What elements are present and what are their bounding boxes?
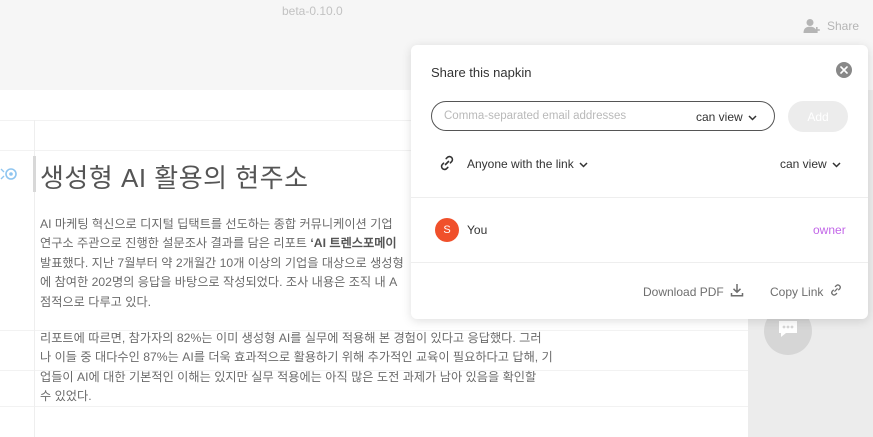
avatar: S bbox=[435, 218, 459, 242]
chevron-down-icon bbox=[832, 157, 841, 171]
download-pdf-label: Download PDF bbox=[643, 284, 724, 299]
email-input[interactable] bbox=[444, 102, 674, 130]
report-title: ‘AI 트렌스포메이 bbox=[310, 236, 397, 251]
share-button[interactable]: Share bbox=[803, 18, 859, 34]
title-indicator bbox=[33, 156, 36, 192]
link-icon bbox=[829, 283, 843, 300]
chevron-down-icon bbox=[579, 157, 588, 171]
chat-bubble-icon bbox=[777, 319, 799, 344]
share-label: Share bbox=[827, 19, 860, 33]
version-label: beta-0.10.0 bbox=[282, 4, 343, 18]
member-name: You bbox=[467, 223, 488, 237]
paragraph-line: 수 있었다. bbox=[40, 389, 92, 404]
invite-permission-dropdown[interactable]: can view bbox=[696, 110, 757, 124]
permission-label: can view bbox=[780, 157, 827, 171]
sparkle-icon[interactable] bbox=[0, 165, 18, 188]
share-dialog: Share this napkin can view Add Anyone wi… bbox=[411, 45, 868, 319]
divider bbox=[411, 262, 868, 263]
paragraph-line: 리포트에 따르면, 참가자의 82%는 이미 생성형 AI를 실무에 적용해 본… bbox=[40, 331, 542, 345]
link-icon bbox=[438, 154, 456, 177]
divider bbox=[411, 197, 868, 198]
download-pdf-button[interactable]: Download PDF bbox=[643, 283, 744, 300]
download-icon bbox=[730, 283, 744, 300]
chevron-down-icon bbox=[748, 110, 757, 124]
paragraph-text: 연구소 주관으로 진행한 설문조사 결과를 담은 리포트 bbox=[40, 236, 311, 251]
add-user-icon bbox=[803, 18, 821, 34]
paragraph-line: 나 이들 중 대다수인 87%는 AI를 더욱 효과적으로 활용하기 위해 추가… bbox=[40, 350, 553, 365]
add-button[interactable]: Add bbox=[788, 101, 848, 132]
document-title[interactable]: 생성형 AI 활용의 현주소 bbox=[40, 158, 309, 195]
link-access-dropdown[interactable]: Anyone with the link bbox=[467, 157, 588, 171]
close-icon bbox=[840, 61, 848, 79]
link-access-label: Anyone with the link bbox=[467, 157, 574, 171]
link-permission-dropdown[interactable]: can view bbox=[780, 157, 841, 171]
paragraph-2[interactable]: 리포트에 따르면, 참가자의 82%는 이미 생성형 AI를 실무에 적용해 본… bbox=[40, 329, 585, 407]
dialog-title: Share this napkin bbox=[431, 65, 532, 80]
copy-link-button[interactable]: Copy Link bbox=[770, 283, 843, 300]
copy-link-label: Copy Link bbox=[770, 284, 824, 299]
email-invite-field: can view bbox=[431, 101, 775, 131]
paragraph-line: 업들이 AI에 대한 기본적인 이해는 있지만 실무 적용에는 아직 많은 도전… bbox=[40, 369, 537, 384]
close-button[interactable] bbox=[836, 62, 852, 78]
permission-label: can view bbox=[696, 110, 743, 124]
member-role: owner bbox=[813, 223, 846, 237]
